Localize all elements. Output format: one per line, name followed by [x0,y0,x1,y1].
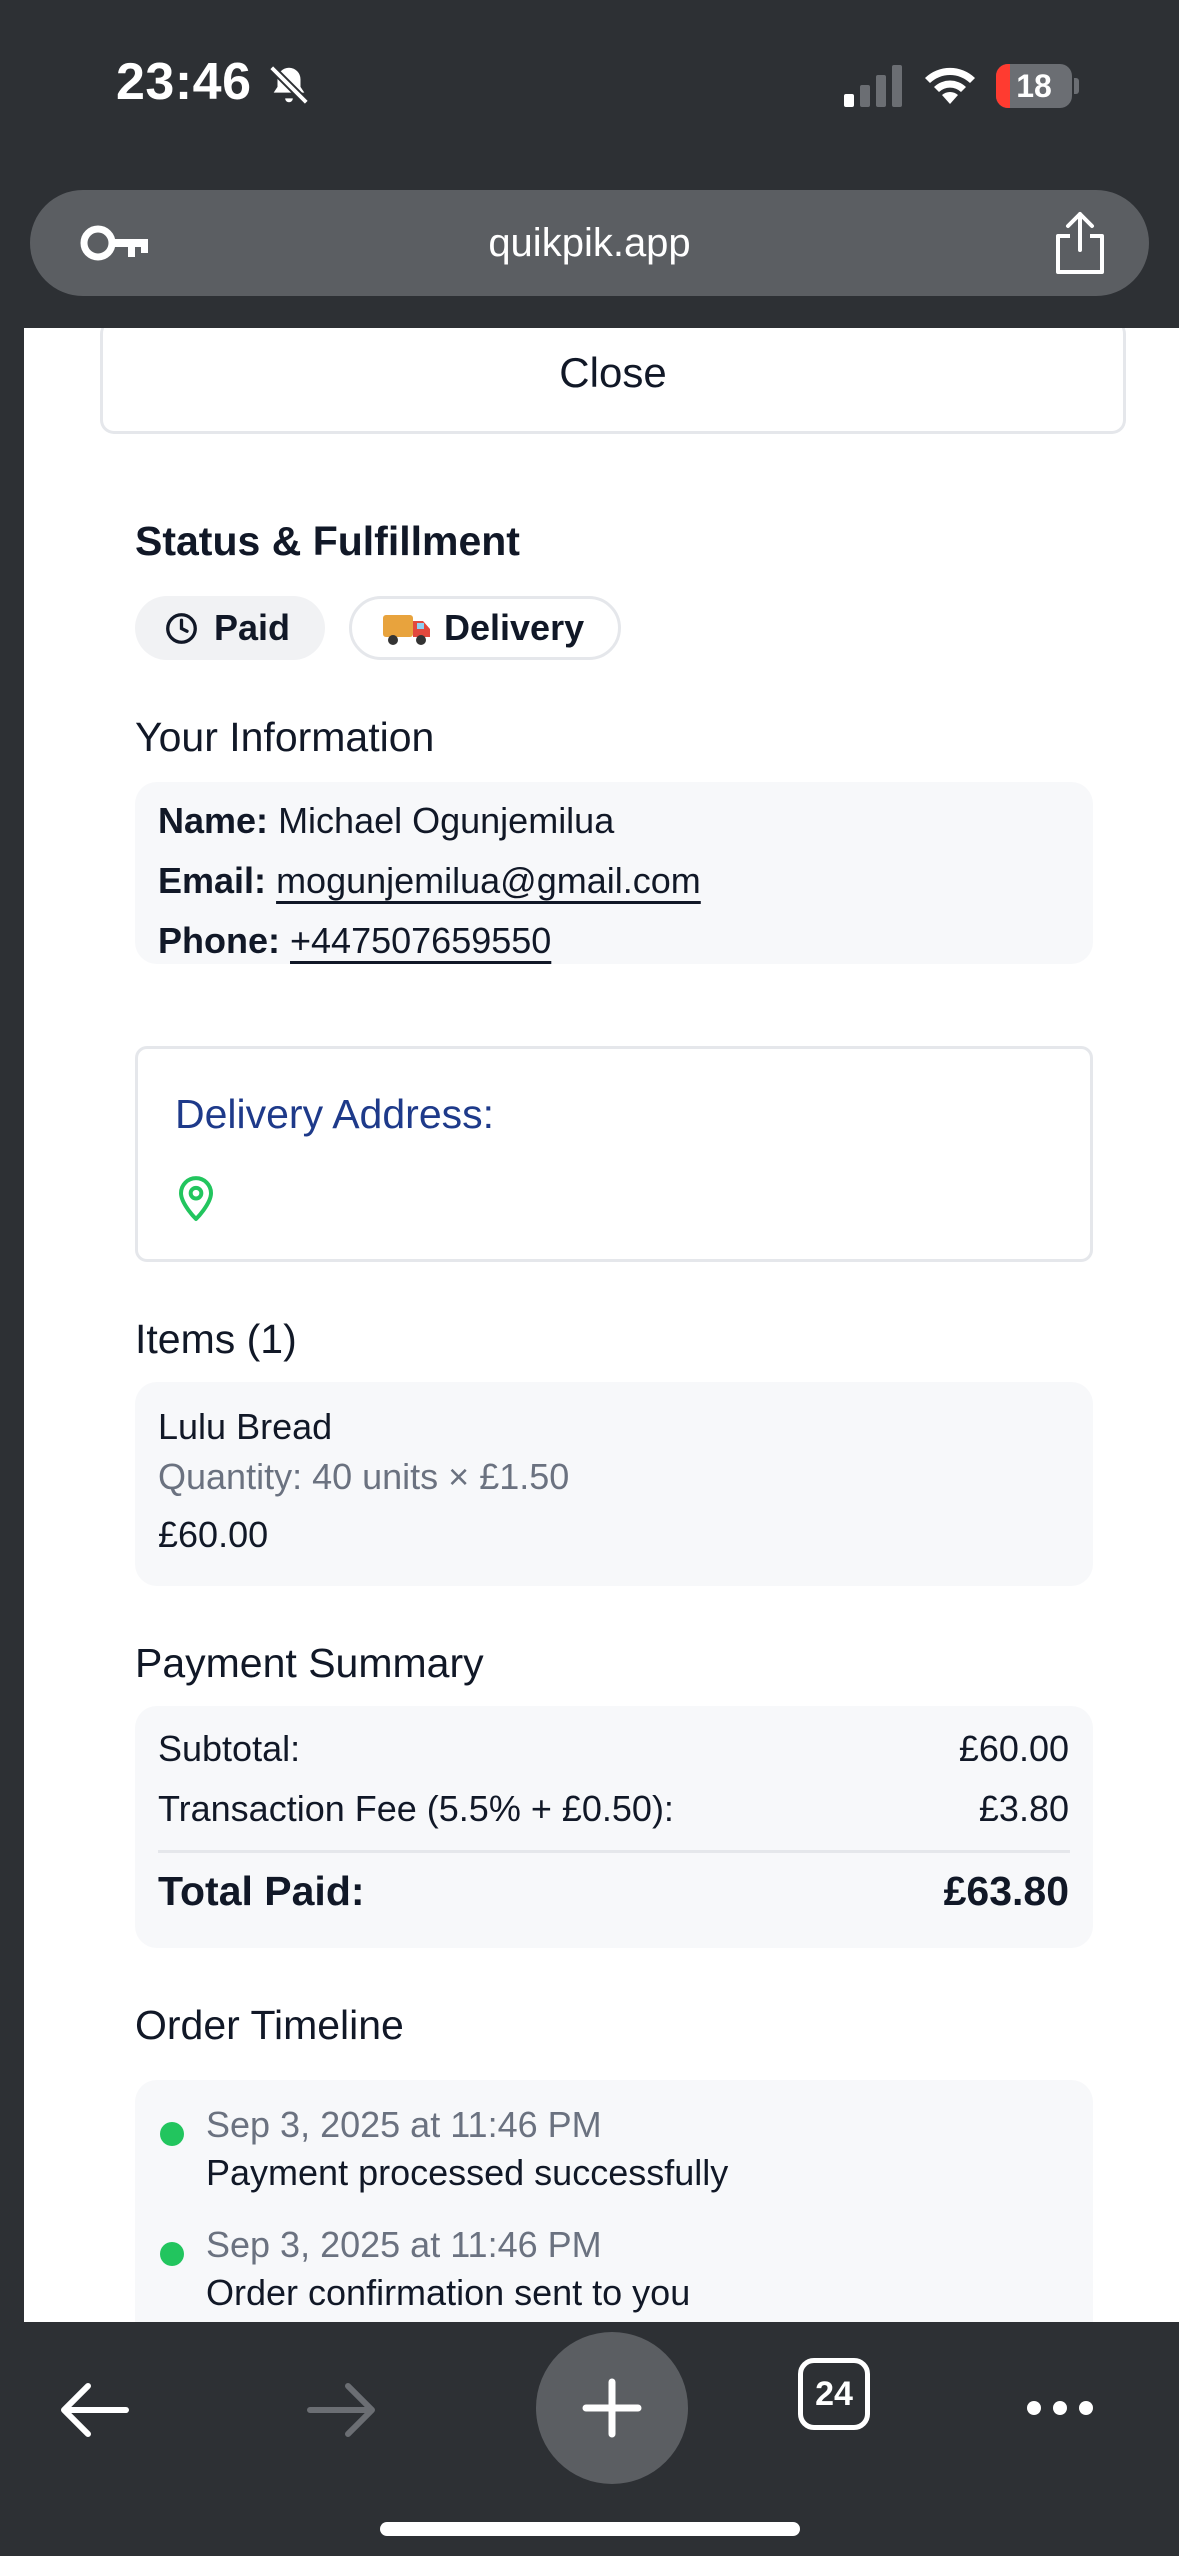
item-card: Lulu Bread Quantity: 40 units × £1.50 £6… [135,1382,1093,1586]
plus-icon [582,2378,642,2438]
share-icon[interactable] [1050,210,1110,276]
battery-level: 18 [1016,68,1052,104]
close-button[interactable]: Close [100,328,1126,434]
tabs-button[interactable]: 24 [798,2358,870,2430]
status-time: 23:46 [116,53,252,111]
browser-toolbar: 24 [0,2322,1179,2556]
clock-icon [166,613,197,644]
battery-body: 18 [996,64,1072,108]
delivery-address-card: Delivery Address: [135,1046,1093,1262]
fulfillment-label: Delivery [444,607,585,648]
item-total: £60.00 [158,1514,269,1555]
timeline-event: Payment processed successfully [206,2152,729,2193]
delivery-address-label: Delivery Address: [175,1091,495,1137]
item-name: Lulu Bread [158,1406,333,1447]
timeline-dot [160,2122,184,2146]
item-quantity: Quantity: 40 units × £1.50 [158,1456,570,1497]
email-link[interactable]: mogunjemilua@gmail.com [276,860,701,901]
back-arrow-icon[interactable] [58,2382,130,2438]
forward-arrow-icon[interactable] [306,2382,378,2438]
status-heading: Status & Fulfillment [135,518,520,564]
phone-row: Phone: +447507659550 [158,920,551,962]
payment-heading: Payment Summary [135,1640,484,1686]
customer-name: Michael Ogunjemilua [278,800,615,841]
name-label: Name: [158,800,269,841]
cellular-signal-icon [844,65,902,107]
name-row: Name: Michael Ogunjemilua [158,800,614,842]
bell-slash-icon [269,65,309,105]
timeline-card: Sep 3, 2025 at 11:46 PM Payment processe… [135,2080,1093,2322]
timeline-heading: Order Timeline [135,2002,404,2048]
items-heading: Items (1) [135,1316,297,1362]
map-pin-icon [179,1176,213,1221]
home-indicator[interactable] [380,2522,800,2536]
fee-label: Transaction Fee (5.5% + £0.50): [158,1788,674,1829]
order-details-page: Close Status & Fulfillment Paid Delivery… [24,328,1179,2322]
url-text[interactable]: quikpik.app [30,190,1149,296]
total-label: Total Paid: [158,1868,365,1914]
payment-status-label: Paid [214,607,291,648]
timeline-date: Sep 3, 2025 at 11:46 PM [206,2224,602,2265]
payment-status-badge: Paid [135,596,325,660]
address-bar[interactable]: quikpik.app [30,190,1149,296]
more-icon[interactable] [1024,2396,1096,2420]
status-bar: 23:46 18 [0,0,1179,180]
fulfillment-badge: Delivery [349,596,621,660]
email-label: Email: [158,860,267,901]
email-row: Email: mogunjemilua@gmail.com [158,860,701,902]
subtotal-value: £60.00 [958,1728,1069,1769]
battery-nub [1074,78,1079,94]
total-value: £63.80 [943,1868,1069,1914]
subtotal-label: Subtotal: [158,1728,301,1769]
timeline-dot [160,2242,184,2266]
phone-link[interactable]: +447507659550 [290,920,551,961]
timeline-date: Sep 3, 2025 at 11:46 PM [206,2104,602,2145]
fee-value: £3.80 [978,1788,1069,1829]
background-strip [0,328,24,2322]
wifi-icon [925,67,975,104]
info-heading: Your Information [135,714,435,760]
payment-summary-card: Subtotal: £60.00 Transaction Fee (5.5% +… [135,1706,1093,1948]
phone-label: Phone: [158,920,280,961]
timeline-event: Order confirmation sent to you [206,2272,691,2313]
new-tab-button[interactable] [536,2332,688,2484]
delivery-truck-icon [383,615,430,645]
customer-info-card: Name: Michael Ogunjemilua Email: mogunje… [135,782,1093,964]
summary-divider [158,1850,1070,1853]
battery-indicator: 18 [996,64,1080,108]
